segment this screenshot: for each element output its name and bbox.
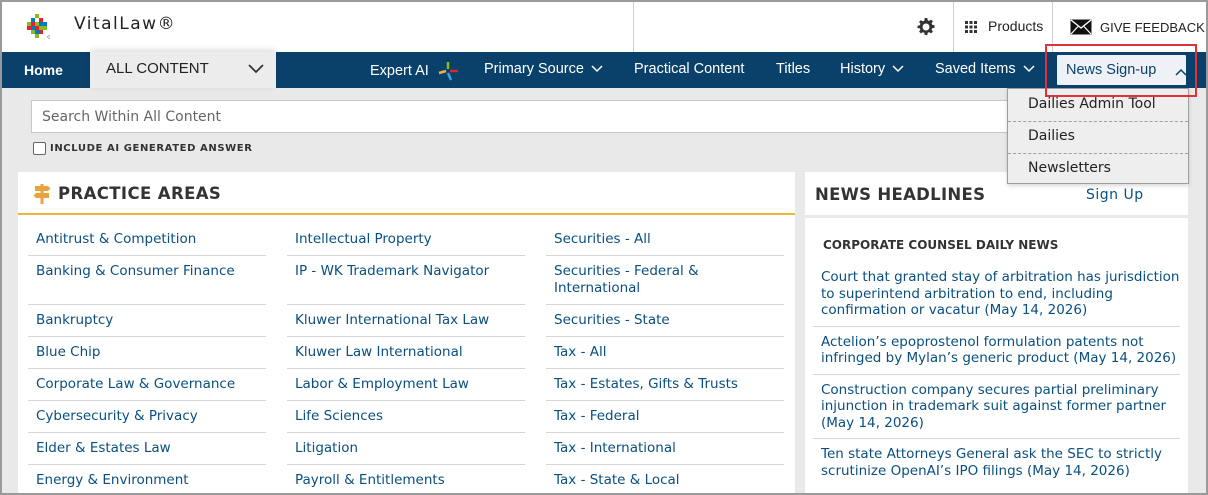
chevron-down-icon [892,65,904,73]
nav-expert-ai-label: Expert AI [370,62,429,79]
practice-area-link[interactable]: Kluwer Law International [287,337,525,369]
chevron-down-icon [248,64,264,74]
nav-titles[interactable]: Titles [776,61,810,77]
nav-primary-source[interactable]: Primary Source [484,61,603,77]
top-header: VitalLaw® Products GIVE FEEDBACK [0,0,1208,52]
include-ai-checkbox[interactable] [33,142,46,155]
news-section-title: CORPORATE COUNSEL DAILY NEWS [823,238,1059,252]
chevron-down-icon [591,65,603,73]
products-link[interactable]: Products [988,18,1043,34]
news-headline-link[interactable]: Actelion’s epoprostenol formulation pate… [813,327,1180,375]
practice-area-link[interactable]: Payroll & Entitlements [287,465,525,495]
main-nav: Home ALL CONTENT Expert AI Primary Sourc… [2,52,1206,88]
practice-column-2: Intellectual Property IP - WK Trademark … [287,224,525,495]
ai-sparkle-icon [438,62,458,81]
news-headlines-panel: NEWS HEADLINES Sign Up CORPORATE COUNSEL… [805,172,1188,495]
news-headline-link[interactable]: Construction company secures partial pre… [813,375,1180,439]
practice-area-link[interactable]: Securities - Federal & International [546,256,784,305]
news-signup-button[interactable]: News Sign-up [1056,54,1187,86]
news-signup-menu: Dailies Admin Tool Dailies Newsletters [1007,88,1189,184]
news-signup-link[interactable]: Sign Up [1086,187,1144,203]
practice-column-3: Securities - All Securities - Federal & … [546,224,784,495]
brand-name: VitalLaw® [74,14,177,34]
header-divider [1052,2,1053,52]
practice-area-link[interactable]: Cybersecurity & Privacy [28,401,266,433]
practice-area-link[interactable]: Tax - Estates, Gifts & Trusts [546,369,784,401]
menu-item-newsletters[interactable]: Newsletters [1008,153,1188,185]
apps-grid-icon[interactable] [965,21,977,33]
practice-areas-header: PRACTICE AREAS [18,172,795,215]
content-scope-label: ALL CONTENT [106,60,209,77]
chevron-up-icon [1175,68,1187,76]
menu-item-dailies-admin-tool[interactable]: Dailies Admin Tool [1008,89,1188,121]
practice-area-link[interactable]: Labor & Employment Law [287,369,525,401]
practice-area-link[interactable]: Corporate Law & Governance [28,369,266,401]
practice-area-link[interactable]: Energy & Environment [28,465,266,495]
practice-areas-panel: PRACTICE AREAS Antitrust & Competition B… [18,172,795,495]
wolters-kluwer-logo-icon[interactable] [24,13,50,39]
practice-area-link[interactable]: Securities - State [546,305,784,337]
nav-saved-items[interactable]: Saved Items [935,61,1035,77]
practice-area-link[interactable]: IP - WK Trademark Navigator [287,256,525,305]
practice-area-link[interactable]: Blue Chip [28,337,266,369]
practice-area-link[interactable]: Kluwer International Tax Law [287,305,525,337]
practice-area-link[interactable]: Litigation [287,433,525,465]
nav-history[interactable]: History [840,61,904,77]
signpost-icon [33,184,51,204]
give-feedback-link[interactable]: GIVE FEEDBACK [1100,20,1205,35]
practice-area-link[interactable]: Tax - All [546,337,784,369]
nav-practical-content[interactable]: Practical Content [634,61,744,77]
chevron-down-icon [1023,65,1035,73]
nav-saved-items-label: Saved Items [935,61,1016,77]
practice-area-link[interactable]: Bankruptcy [28,305,266,337]
include-ai-label[interactable]: INCLUDE AI GENERATED ANSWER [50,143,253,154]
news-headline-link[interactable]: Court that granted stay of arbitration h… [813,262,1180,327]
practice-area-link[interactable]: Tax - International [546,433,784,465]
menu-item-dailies[interactable]: Dailies [1008,121,1188,153]
news-signup-label: News Sign-up [1066,62,1157,78]
practice-column-1: Antitrust & Competition Banking & Consum… [28,224,266,495]
practice-area-link[interactable]: Tax - State & Local [546,465,784,495]
nav-history-label: History [840,61,886,77]
practice-areas-title: PRACTICE AREAS [58,184,222,203]
content-scope-select[interactable]: ALL CONTENT [90,52,276,88]
header-divider [953,2,954,52]
envelope-icon[interactable] [1070,19,1092,35]
news-headline-link[interactable]: Ten state Attorneys General ask the SEC … [813,439,1180,486]
practice-area-link[interactable]: Banking & Consumer Finance [28,256,266,305]
practice-area-link[interactable]: Life Sciences [287,401,525,433]
practice-area-link[interactable]: Elder & Estates Law [28,433,266,465]
practice-area-link[interactable]: Tax - Federal [546,401,784,433]
gear-icon[interactable] [916,17,936,37]
practice-area-link[interactable]: Securities - All [546,224,784,256]
nav-expert-ai[interactable]: Expert AI [370,61,459,81]
nav-primary-source-label: Primary Source [484,61,584,77]
news-headlines-title: NEWS HEADLINES [815,185,986,204]
practice-area-link[interactable]: Antitrust & Competition [28,224,266,256]
news-list: Court that granted stay of arbitration h… [813,262,1180,486]
search-input[interactable] [32,101,1030,132]
header-divider [633,2,634,52]
search-box [31,100,1031,133]
nav-home[interactable]: Home [24,62,63,78]
practice-area-link[interactable]: Intellectual Property [287,224,525,256]
